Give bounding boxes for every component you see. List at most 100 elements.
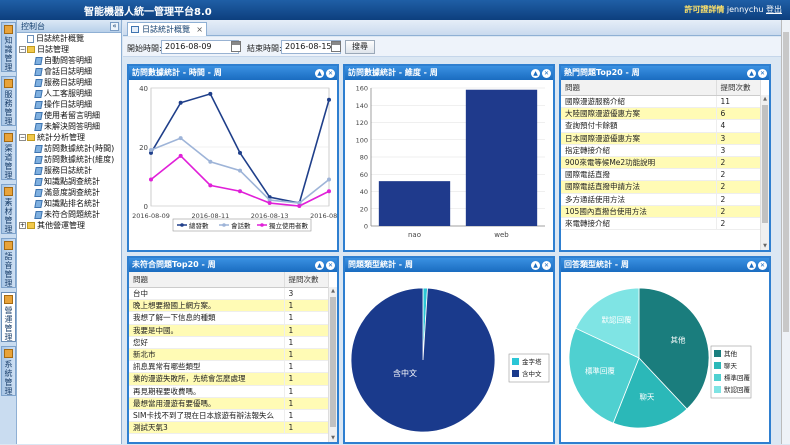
module-button[interactable]: 知識管理 [1, 22, 16, 72]
table-row[interactable]: 大陸國際漫遊優惠方案 6 [561, 107, 761, 121]
module-button[interactable]: 語音管理 [1, 238, 16, 288]
scroll-up-icon[interactable]: ▲ [330, 288, 336, 294]
question-cell: 查詢預付卡餘額 [561, 119, 717, 133]
table-scrollbar[interactable]: ▲ ▼ [328, 287, 337, 442]
nav-item[interactable]: 人工客服明細 [17, 88, 121, 99]
table-row[interactable]: 多方通話使用方法 2 [561, 193, 761, 206]
close-panel-icon[interactable]: ✕ [326, 69, 335, 78]
close-tab-icon[interactable]: × [196, 23, 203, 36]
scroll-up-icon[interactable]: ▲ [762, 96, 768, 102]
tab-log-overview[interactable]: 日誌統計概覽 × [127, 22, 207, 36]
collapse-panel-icon[interactable]: ▲ [315, 261, 324, 270]
nav-item[interactable]: 使用者留言明細 [17, 110, 121, 121]
collapse-panel-icon[interactable]: ▲ [747, 261, 756, 270]
nav-item[interactable]: 服務日誌統計 [17, 165, 121, 176]
nav-item-label: 訪問數據統計(維度) [44, 155, 115, 164]
count-cell: 11 [716, 95, 761, 109]
table-row[interactable]: 國際電話直撥申請方法 2 [561, 180, 761, 194]
table-row[interactable]: 105國內直撥台使用方法 2 [561, 205, 761, 218]
module-button[interactable]: 服務管理 [1, 76, 16, 126]
start-date-input[interactable]: 2016-08-09 [161, 40, 239, 54]
table-row[interactable]: 再見期程要收費嗎。 1 [129, 385, 329, 398]
table-row[interactable]: 我要是中國。 1 [129, 324, 329, 337]
table-row[interactable]: 台中 3 [129, 287, 329, 301]
table-row[interactable]: 指定轉接介紹 3 [561, 144, 761, 157]
page-scrollbar[interactable] [781, 20, 790, 444]
table-row[interactable]: 測試天氣3 1 [129, 421, 329, 435]
scroll-down-icon[interactable]: ▼ [330, 435, 336, 441]
page-icon [34, 78, 43, 87]
nav-item[interactable]: 服務日誌明細 [17, 77, 121, 88]
expand-toggle-icon[interactable]: − [19, 134, 26, 141]
calendar-icon[interactable] [331, 41, 341, 52]
close-panel-icon[interactable]: ✕ [758, 69, 767, 78]
scroll-thumb[interactable] [330, 297, 336, 427]
table-row[interactable]: 來電轉接介紹 2 [561, 217, 761, 231]
nav-item[interactable]: 會話日誌明細 [17, 66, 121, 77]
table-row[interactable]: 訊息異常有哪些類型 1 [129, 360, 329, 374]
column-header-count[interactable]: 提問次數 [716, 80, 761, 96]
question-cell: 來電轉接介紹 [561, 217, 717, 231]
table-row[interactable]: 新北市 1 [129, 348, 329, 362]
scroll-thumb[interactable] [762, 105, 768, 223]
table-row[interactable]: 晚上想要撥國上網方案。 1 [129, 299, 329, 313]
table-row[interactable]: 您好 1 [129, 336, 329, 349]
collapse-panel-icon[interactable]: ▲ [531, 69, 540, 78]
nav-item[interactable]: + 其他營運管理 [17, 220, 121, 231]
nav-item[interactable]: 未解決問答明細 [17, 121, 121, 132]
table-row[interactable]: 我想了解一下信息的種類 1 [129, 311, 329, 325]
close-panel-icon[interactable]: ✕ [542, 261, 551, 270]
column-header-question[interactable]: 問題 [561, 80, 717, 96]
close-panel-icon[interactable]: ✕ [542, 69, 551, 78]
module-button[interactable]: 系統管理 [1, 346, 16, 396]
nav-item[interactable]: − 日誌管理 [17, 44, 121, 55]
table-row[interactable]: 國際漫遊服務介紹 11 [561, 95, 761, 109]
nav-item[interactable]: 知識點調查統計 [17, 176, 121, 187]
bar[interactable] [465, 89, 538, 226]
close-panel-icon[interactable]: ✕ [758, 261, 767, 270]
nav-item-label: 日誌管理 [37, 45, 69, 54]
nav-item[interactable]: 知識點排名統計 [17, 198, 121, 209]
panel-header: 訪問數據統計 - 維度 - 周 ▲ ✕ [345, 66, 553, 80]
column-header-question[interactable]: 問題 [129, 272, 285, 288]
collapse-nav-icon[interactable]: « [110, 22, 119, 31]
table-row[interactable]: 業的漫遊失敗所，先統會怎麼處理 1 [129, 372, 329, 386]
collapse-panel-icon[interactable]: ▲ [747, 69, 756, 78]
expand-toggle-icon[interactable]: − [19, 46, 26, 53]
nav-item[interactable]: 操作日誌明細 [17, 99, 121, 110]
nav-item[interactable]: 日誌統計概覽 [17, 33, 121, 44]
count-cell: 1 [284, 397, 329, 410]
license-link[interactable]: 許可證詳情 [684, 5, 724, 14]
panel-time-stats: 訪問數據統計 - 時間 - 周 ▲ ✕ 0 20 40 2016-08-09 2016-… [127, 64, 348, 252]
nav-item[interactable]: − 統計分析管理 [17, 132, 121, 143]
table-row[interactable]: 查詢預付卡餘額 4 [561, 119, 761, 133]
page-icon [34, 89, 43, 98]
search-button[interactable]: 搜尋 [345, 40, 375, 54]
nav-item[interactable]: 未符合問題統計 [17, 209, 121, 220]
nav-item[interactable]: 自動問答明細 [17, 55, 121, 66]
bar[interactable] [378, 181, 451, 226]
table-row[interactable]: 國際電話直撥 2 [561, 168, 761, 182]
collapse-panel-icon[interactable]: ▲ [315, 69, 324, 78]
column-header-count[interactable]: 提問次數 [284, 272, 329, 288]
scroll-thumb[interactable] [783, 32, 789, 332]
close-panel-icon[interactable]: ✕ [326, 261, 335, 270]
module-button[interactable]: 營運管理 [1, 292, 16, 342]
collapse-panel-icon[interactable]: ▲ [531, 261, 540, 270]
table-scrollbar[interactable]: ▲ ▼ [760, 95, 769, 250]
table-row[interactable]: 最想當用漫遊有要優嗎。 1 [129, 397, 329, 410]
pie-slice[interactable] [350, 287, 496, 433]
logout-link[interactable]: 登出 [766, 5, 782, 14]
count-cell: 2 [716, 168, 761, 182]
nav-item[interactable]: 訪問數據統計(維度) [17, 154, 121, 165]
module-button[interactable]: 渠道管理 [1, 130, 16, 180]
nav-item[interactable]: 訪問數據統計(時間) [17, 143, 121, 154]
nav-item[interactable]: 滿意度調查統計 [17, 187, 121, 198]
module-button[interactable]: 素材管理 [1, 184, 16, 234]
table-row[interactable]: 日本國際漫遊優惠方案 3 [561, 132, 761, 145]
scroll-down-icon[interactable]: ▼ [762, 243, 768, 249]
expand-toggle-icon[interactable]: + [19, 222, 26, 229]
table-row[interactable]: SIM卡找不到了現在日本旅遊有辦法報失么 1 [129, 409, 329, 423]
calendar-icon[interactable] [231, 41, 241, 52]
table-row[interactable]: 900來電等候Me2功能說明 2 [561, 156, 761, 170]
